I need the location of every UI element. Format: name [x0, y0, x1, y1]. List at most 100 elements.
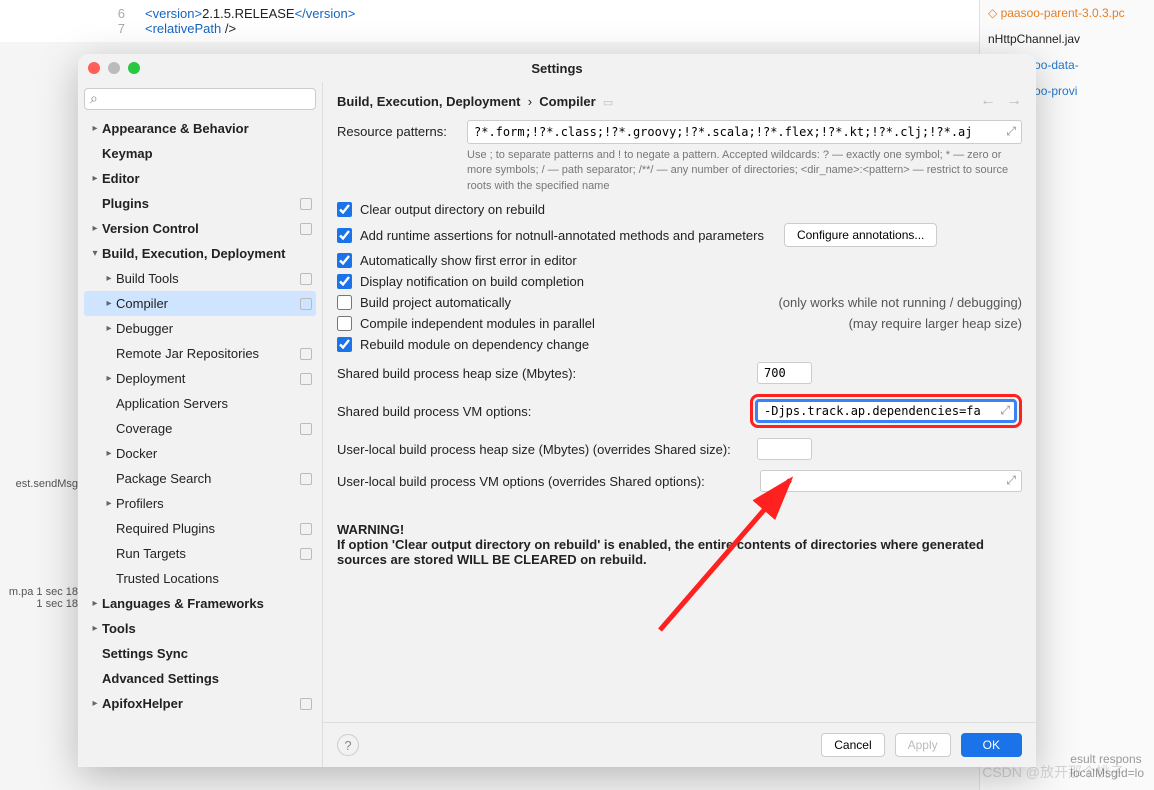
- dialog-title: Settings: [78, 61, 1036, 76]
- chevron-icon: ▸: [102, 273, 116, 284]
- sidebar-item-docker[interactable]: ▸Docker: [84, 441, 316, 466]
- sidebar-item-label: Languages & Frameworks: [102, 596, 312, 611]
- compile-parallel-label: Compile independent modules in parallel: [360, 316, 595, 331]
- build-auto-checkbox[interactable]: [337, 295, 352, 310]
- user-heap-input[interactable]: [757, 438, 812, 460]
- sidebar-item-label: Docker: [116, 446, 312, 461]
- sidebar-item-run-targets[interactable]: Run Targets: [84, 541, 316, 566]
- chevron-icon: ▸: [88, 123, 102, 134]
- titlebar[interactable]: Settings: [78, 54, 1036, 82]
- highlight-annotation: ⤢: [750, 394, 1022, 428]
- sidebar-item-trusted-locations[interactable]: Trusted Locations: [84, 566, 316, 591]
- sidebar-item-label: Version Control: [102, 221, 296, 236]
- sidebar-item-version-control[interactable]: ▸Version Control: [84, 216, 316, 241]
- sidebar-item-settings-sync[interactable]: Settings Sync: [84, 641, 316, 666]
- resource-patterns-hint: Use ; to separate patterns and ! to nega…: [467, 148, 1022, 194]
- nav-back-icon[interactable]: ←: [980, 92, 996, 110]
- runtime-assert-checkbox[interactable]: [337, 228, 352, 243]
- display-notif-label: Display notification on build completion: [360, 274, 584, 289]
- project-badge-icon: [300, 348, 312, 360]
- configure-annotations-button[interactable]: Configure annotations...: [784, 223, 937, 247]
- apply-button[interactable]: Apply: [895, 733, 951, 757]
- sidebar-item-label: Deployment: [116, 371, 296, 386]
- sidebar-item-label: Run Targets: [116, 546, 296, 561]
- expand-icon[interactable]: ⤢: [1000, 403, 1010, 418]
- sidebar-item-profilers[interactable]: ▸Profilers: [84, 491, 316, 516]
- sidebar-item-appearance-behavior[interactable]: ▸Appearance & Behavior: [84, 116, 316, 141]
- sidebar-item-remote-jar-repositories[interactable]: Remote Jar Repositories: [84, 341, 316, 366]
- chevron-icon: ▸: [88, 623, 102, 634]
- sidebar-item-label: Appearance & Behavior: [102, 121, 312, 136]
- project-badge-icon: [300, 373, 312, 385]
- heap-label: Shared build process heap size (Mbytes):: [337, 366, 757, 381]
- resource-patterns-label: Resource patterns:: [337, 120, 467, 139]
- sidebar-item-keymap[interactable]: Keymap: [84, 141, 316, 166]
- sidebar-item-label: Settings Sync: [102, 646, 312, 661]
- sidebar-item-build-execution-deployment[interactable]: ▾Build, Execution, Deployment: [84, 241, 316, 266]
- compile-parallel-checkbox[interactable]: [337, 316, 352, 331]
- chevron-icon: ▸: [102, 323, 116, 334]
- sidebar-item-label: Keymap: [102, 146, 312, 161]
- sidebar-item-advanced-settings[interactable]: Advanced Settings: [84, 666, 316, 691]
- project-badge-icon: [300, 298, 312, 310]
- settings-sidebar: ▸Appearance & BehaviorKeymap▸EditorPlugi…: [78, 82, 323, 767]
- sidebar-item-required-plugins[interactable]: Required Plugins: [84, 516, 316, 541]
- chevron-icon: ▸: [88, 173, 102, 184]
- expand-icon[interactable]: ⤢: [1006, 473, 1016, 488]
- sidebar-item-tools[interactable]: ▸Tools: [84, 616, 316, 641]
- sidebar-item-plugins[interactable]: Plugins: [84, 191, 316, 216]
- sidebar-item-compiler[interactable]: ▸Compiler: [84, 291, 316, 316]
- project-badge-icon: [300, 698, 312, 710]
- sidebar-item-label: Compiler: [116, 296, 296, 311]
- sidebar-item-coverage[interactable]: Coverage: [84, 416, 316, 441]
- sidebar-item-application-servers[interactable]: Application Servers: [84, 391, 316, 416]
- cancel-button[interactable]: Cancel: [821, 733, 884, 757]
- chevron-icon: ▸: [102, 448, 116, 459]
- main-panel: Build, Execution, Deployment › Compiler …: [323, 82, 1036, 767]
- sidebar-item-deployment[interactable]: ▸Deployment: [84, 366, 316, 391]
- rebuild-dep-checkbox[interactable]: [337, 337, 352, 352]
- user-vm-label: User-local build process VM options (ove…: [337, 474, 760, 489]
- sidebar-item-languages-frameworks[interactable]: ▸Languages & Frameworks: [84, 591, 316, 616]
- auto-first-error-checkbox[interactable]: [337, 253, 352, 268]
- rebuild-dep-label: Rebuild module on dependency change: [360, 337, 589, 352]
- vm-options-input[interactable]: [756, 400, 1016, 422]
- auto-first-error-label: Automatically show first error in editor: [360, 253, 577, 268]
- help-icon[interactable]: ?: [337, 734, 359, 756]
- ok-button[interactable]: OK: [961, 733, 1022, 757]
- sidebar-item-debugger[interactable]: ▸Debugger: [84, 316, 316, 341]
- sidebar-item-package-search[interactable]: Package Search: [84, 466, 316, 491]
- display-notif-checkbox[interactable]: [337, 274, 352, 289]
- chevron-icon: ▸: [102, 373, 116, 384]
- heap-input[interactable]: [757, 362, 812, 384]
- vm-label: Shared build process VM options:: [337, 404, 750, 419]
- nav-forward-icon[interactable]: →: [1006, 92, 1022, 110]
- chevron-icon: ▸: [102, 498, 116, 509]
- resource-patterns-input[interactable]: [467, 120, 1022, 144]
- sidebar-item-apifoxhelper[interactable]: ▸ApifoxHelper: [84, 691, 316, 716]
- user-vm-input[interactable]: [760, 470, 1022, 492]
- build-auto-note: (only works while not running / debuggin…: [778, 295, 1022, 310]
- project-badge-icon: [300, 548, 312, 560]
- user-heap-label: User-local build process heap size (Mbyt…: [337, 442, 757, 457]
- sidebar-item-label: Build Tools: [116, 271, 296, 286]
- expand-icon[interactable]: ⤢: [1006, 124, 1016, 139]
- sidebar-item-label: Application Servers: [116, 396, 312, 411]
- sidebar-item-label: Package Search: [116, 471, 296, 486]
- sidebar-item-label: Plugins: [102, 196, 296, 211]
- settings-dialog: Settings ▸Appearance & BehaviorKeymap▸Ed…: [78, 54, 1036, 767]
- chevron-icon: ▸: [102, 298, 116, 309]
- sidebar-item-label: Remote Jar Repositories: [116, 346, 296, 361]
- sidebar-item-build-tools[interactable]: ▸Build Tools: [84, 266, 316, 291]
- chevron-icon: ▾: [88, 248, 102, 259]
- search-input[interactable]: [84, 88, 316, 110]
- project-badge-icon: [300, 273, 312, 285]
- clear-output-label: Clear output directory on rebuild: [360, 202, 545, 217]
- compile-parallel-note: (may require larger heap size): [849, 316, 1022, 331]
- sidebar-item-editor[interactable]: ▸Editor: [84, 166, 316, 191]
- chevron-icon: ▸: [88, 223, 102, 234]
- clear-output-checkbox[interactable]: [337, 202, 352, 217]
- sidebar-item-label: Required Plugins: [116, 521, 296, 536]
- sidebar-item-label: ApifoxHelper: [102, 696, 296, 711]
- project-badge-icon: [300, 223, 312, 235]
